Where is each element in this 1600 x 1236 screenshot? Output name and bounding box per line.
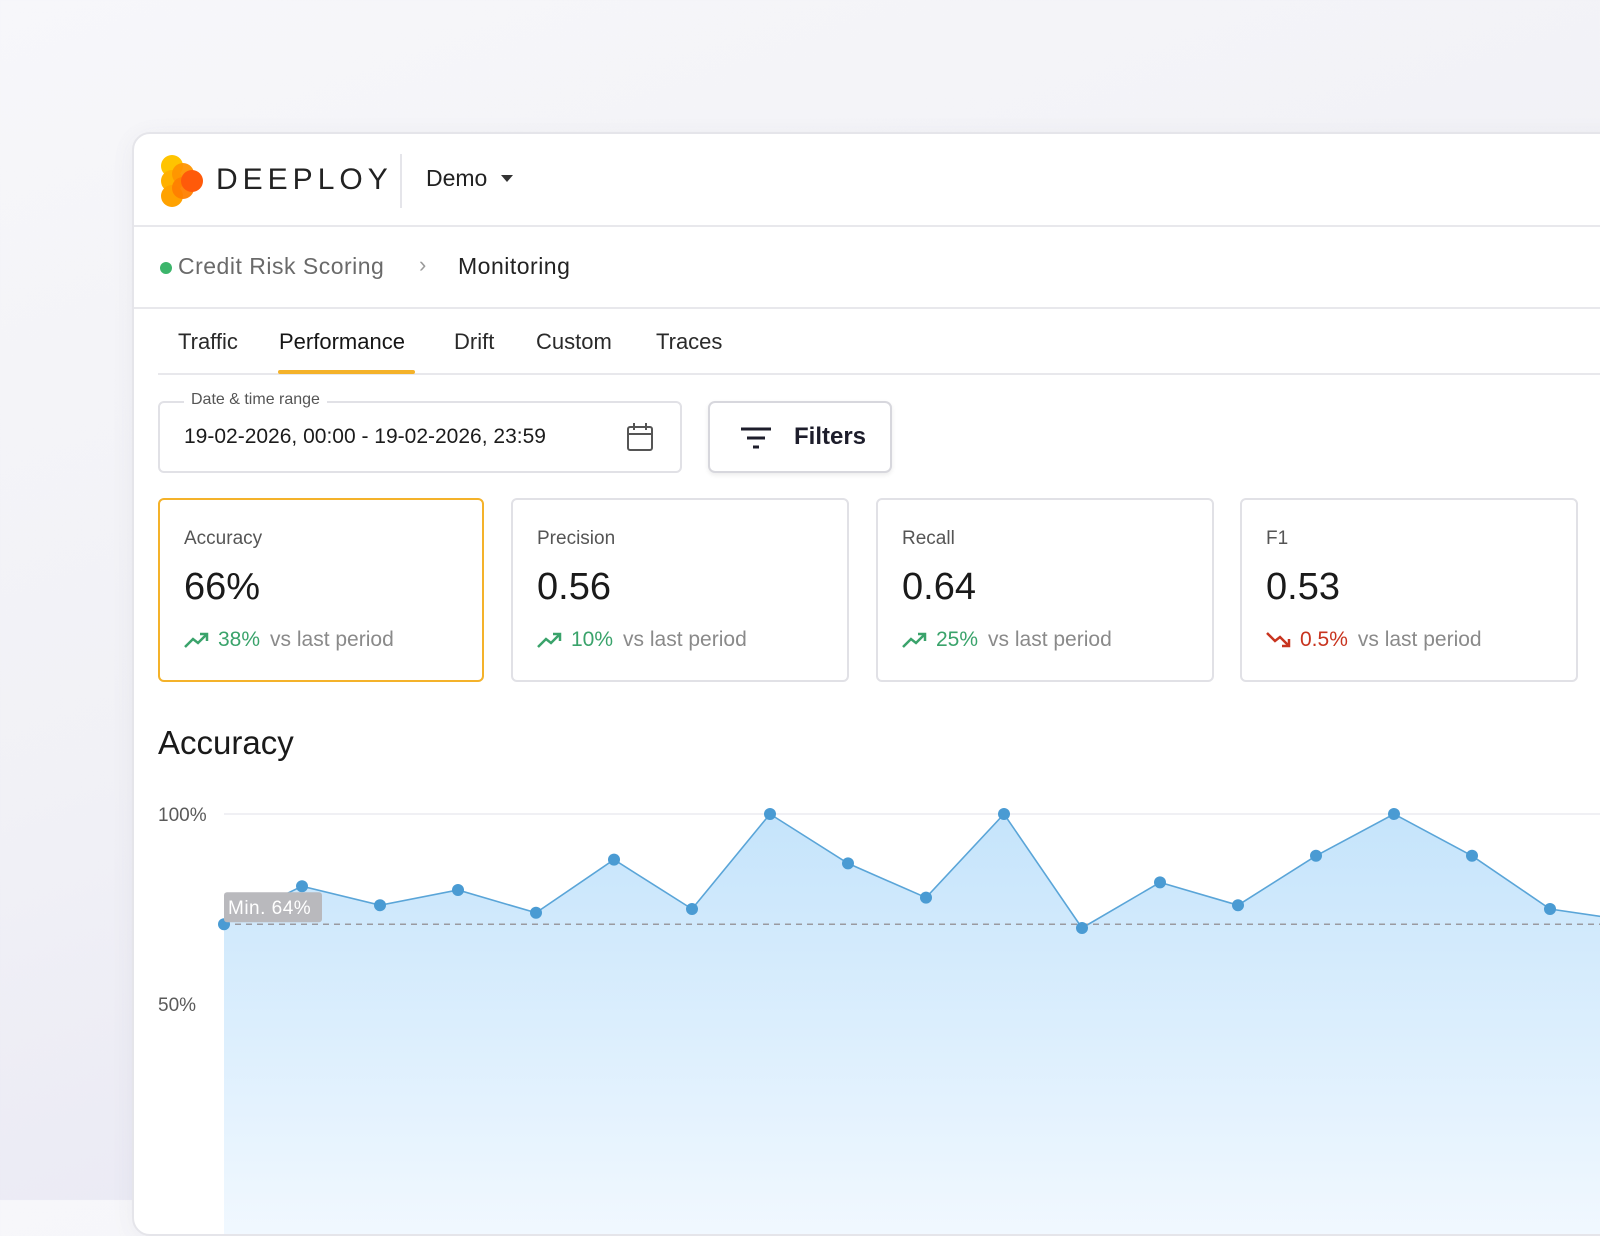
- trend-down-icon: [1266, 632, 1291, 648]
- metric-title: Precision: [537, 528, 616, 549]
- metric-change-suffix: vs last period: [270, 628, 394, 651]
- metric-card-accuracy[interactable]: Accuracy 66% 38% vs last period: [158, 498, 484, 682]
- brand-name: DEEPLOY: [216, 163, 393, 196]
- chart-title: Accuracy: [158, 724, 294, 761]
- breadcrumb-project[interactable]: Credit Risk Scoring: [178, 253, 384, 280]
- metric-change-suffix: vs last period: [623, 628, 747, 651]
- metric-change: 38%: [218, 628, 261, 651]
- metric-change: 10%: [571, 628, 614, 651]
- data-point: [1466, 849, 1478, 862]
- divider: [400, 154, 402, 208]
- status-dot-icon: [160, 262, 172, 274]
- area-fill: [224, 814, 1600, 1234]
- metric-value: 0.56: [537, 566, 611, 608]
- metric-change: 0.5%: [1300, 628, 1348, 651]
- data-point: [764, 808, 776, 820]
- data-point: [1544, 903, 1556, 915]
- metric-change: 25%: [936, 628, 979, 651]
- data-point: [920, 891, 932, 904]
- metric-card-f1[interactable]: F1 0.53 0.5% vs last period: [1240, 498, 1578, 682]
- data-point: [1154, 876, 1166, 889]
- min-label: Min. 64%: [228, 898, 311, 919]
- data-point: [1076, 922, 1088, 934]
- metric-card-recall[interactable]: Recall 0.64 25% vs last period: [876, 498, 1214, 682]
- metric-value: 66%: [184, 566, 261, 608]
- trend-up-icon: [902, 632, 927, 648]
- tab-traffic[interactable]: Traffic: [178, 329, 238, 355]
- data-point: [686, 903, 698, 915]
- trend-up-icon: [184, 632, 209, 648]
- tab-traces[interactable]: Traces: [656, 329, 722, 355]
- y-tick-label: 100%: [158, 805, 207, 826]
- data-point: [296, 880, 308, 893]
- y-tick-label: 50%: [158, 995, 196, 1016]
- metric-change-suffix: vs last period: [1357, 628, 1482, 651]
- metric-value: 0.64: [902, 566, 976, 608]
- tab-drift[interactable]: Drift: [454, 329, 494, 355]
- date-range-picker[interactable]: Date & time range 19-02-2026, 00:00 - 19…: [158, 391, 682, 473]
- metric-title: Recall: [902, 528, 955, 549]
- metric-trend: 38% vs last period: [184, 628, 394, 652]
- trend-up-icon: [537, 632, 562, 648]
- metric-trend: 10% vs last period: [537, 628, 747, 652]
- caret-down-icon: [501, 175, 514, 182]
- metric-card-precision[interactable]: Precision 0.56 10% vs last period: [511, 498, 849, 682]
- top-bar: DEEPLOY Demo: [134, 134, 1600, 227]
- workspace-selector[interactable]: Demo: [426, 165, 514, 192]
- data-point: [1310, 849, 1322, 862]
- deeploy-logo-icon: [161, 155, 203, 207]
- tab-custom[interactable]: Custom: [536, 329, 612, 355]
- data-point: [1232, 899, 1244, 912]
- data-point: [608, 853, 620, 866]
- metric-title: F1: [1266, 528, 1289, 549]
- data-point: [998, 808, 1010, 820]
- metric-value: 0.53: [1266, 566, 1340, 608]
- tab-bar: Traffic Performance Drift Custom Traces: [158, 309, 1600, 375]
- workspace-label: Demo: [426, 165, 488, 191]
- active-tab-indicator: [278, 370, 415, 374]
- tab-performance[interactable]: Performance: [279, 329, 405, 355]
- data-point: [530, 906, 542, 919]
- breadcrumb-current: Monitoring: [458, 253, 571, 279]
- metric-trend: 25% vs last period: [902, 628, 1112, 652]
- date-range-label: Date & time range: [184, 391, 327, 409]
- data-point: [1388, 808, 1400, 820]
- date-range-value[interactable]: 19-02-2026, 00:00 - 19-02-2026, 23:59: [184, 425, 546, 449]
- accuracy-chart: 100% 50% Min. 64%: [158, 805, 1600, 1234]
- metric-title: Accuracy: [184, 528, 263, 549]
- data-point: [842, 857, 854, 870]
- filters-label: Filters: [794, 423, 867, 450]
- data-point: [374, 899, 386, 912]
- metric-trend: 0.5% vs last period: [1266, 628, 1482, 652]
- filters-button[interactable]: Filters: [708, 401, 892, 473]
- calendar-icon[interactable]: [626, 422, 654, 452]
- metric-change-suffix: vs last period: [988, 628, 1112, 651]
- data-point: [452, 884, 464, 896]
- filter-icon: [741, 427, 771, 449]
- chevron-right-icon: ›: [419, 252, 427, 277]
- breadcrumb: Credit Risk Scoring › Monitoring: [134, 227, 1600, 309]
- app-window: DEEPLOY Demo Credit Risk Scoring › Monit…: [132, 132, 1600, 1236]
